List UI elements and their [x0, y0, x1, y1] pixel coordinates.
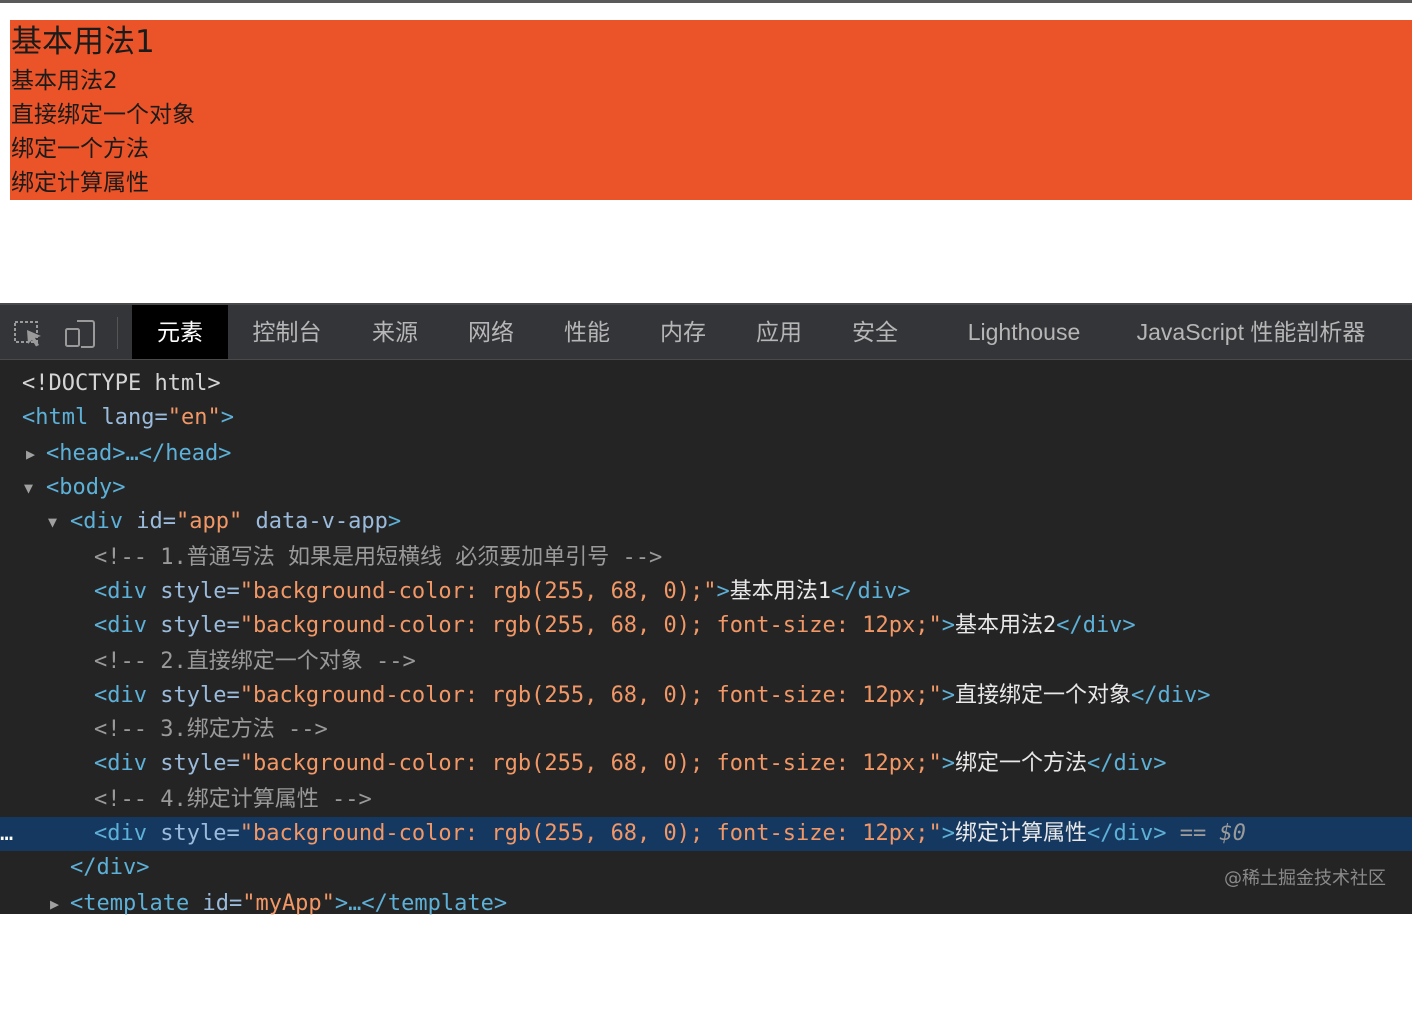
dom-row-comment-1[interactable]: <!-- 1.普通写法 如果是用短横线 必须要加单引号 --> — [0, 541, 1412, 575]
div-app-tag: <div id="app" data-v-app> — [70, 509, 402, 534]
dom-row-head[interactable]: ▶ <head>…</head> — [0, 437, 1412, 471]
preview-line-4: 绑定一个方法 — [11, 136, 149, 162]
dom-row-close-div[interactable]: </div> — [0, 851, 1412, 885]
tab-performance[interactable]: 性能 — [542, 305, 632, 359]
preview-line-1: 基本用法1 — [11, 24, 155, 60]
comment-3: <!-- 3.绑定方法 --> — [94, 717, 328, 742]
dom-row-div-4[interactable]: <div style="background-color: rgb(255, 6… — [0, 747, 1412, 781]
comment-4: <!-- 4.绑定计算属性 --> — [94, 787, 372, 812]
head-tag: <head>…</head> — [46, 441, 232, 466]
dom-row-comment-3[interactable]: <!-- 3.绑定方法 --> — [0, 713, 1412, 747]
preview-line-3: 直接绑定一个对象 — [11, 102, 195, 128]
tab-sources[interactable]: 来源 — [348, 305, 442, 359]
body-tag: <body> — [46, 475, 126, 500]
page-preview: 基本用法1 基本用法2 直接绑定一个对象 绑定一个方法 绑定计算属性 — [10, 20, 1412, 200]
comment-1: <!-- 1.普通写法 如果是用短横线 必须要加单引号 --> — [94, 545, 663, 570]
page-top-border — [0, 0, 1412, 3]
comment-2: <!-- 2.直接绑定一个对象 --> — [94, 649, 416, 674]
device-toolbar-icon[interactable] — [64, 317, 98, 349]
dom-row-doctype[interactable]: <!DOCTYPE html> — [0, 367, 1412, 401]
div-5-tag: <div style="background-color: rgb(255, 6… — [94, 821, 1246, 846]
div-4-tag: <div style="background-color: rgb(255, 6… — [94, 751, 1167, 776]
dom-row-div-app[interactable]: ▼ <div id="app" data-v-app> — [0, 505, 1412, 539]
dom-row-div-5-selected[interactable]: … <div style="background-color: rgb(255,… — [0, 817, 1412, 851]
tab-elements[interactable]: 元素 — [132, 305, 228, 359]
html-tag: <html lang="en"> — [22, 405, 234, 430]
collapse-triangle-icon[interactable]: ▼ — [24, 471, 33, 505]
div-2-tag: <div style="background-color: rgb(255, 6… — [94, 613, 1136, 638]
close-div-tag: </div> — [70, 855, 150, 880]
dom-row-div-3[interactable]: <div style="background-color: rgb(255, 6… — [0, 679, 1412, 713]
dom-row-comment-2[interactable]: <!-- 2.直接绑定一个对象 --> — [0, 645, 1412, 679]
watermark: @稀土掘金技术社区 — [1224, 868, 1386, 889]
expand-triangle-icon[interactable]: ▶ — [26, 437, 35, 471]
dom-row-template[interactable]: ▶ <template id="myApp">…</template> — [0, 887, 1412, 921]
dom-row-body[interactable]: ▼ <body> — [0, 471, 1412, 505]
row-more-actions-icon[interactable]: … — [0, 817, 13, 851]
tab-security[interactable]: 安全 — [830, 305, 920, 359]
devtools-toolbar: 元素 控制台 来源 网络 性能 内存 应用 安全 Lighthouse Java… — [0, 303, 1412, 360]
div-3-tag: <div style="background-color: rgb(255, 6… — [94, 683, 1211, 708]
preview-line-2: 基本用法2 — [11, 68, 118, 94]
expand-triangle-icon[interactable]: ▶ — [50, 887, 59, 921]
dom-row-comment-4[interactable]: <!-- 4.绑定计算属性 --> — [0, 783, 1412, 817]
devtools-panel: 元素 控制台 来源 网络 性能 内存 应用 安全 Lighthouse Java… — [0, 303, 1412, 916]
tab-network[interactable]: 网络 — [446, 305, 536, 359]
tab-application[interactable]: 应用 — [734, 305, 824, 359]
toolbar-separator — [117, 317, 118, 349]
dom-row-div-2[interactable]: <div style="background-color: rgb(255, 6… — [0, 609, 1412, 643]
inspect-element-icon[interactable] — [12, 317, 46, 349]
tab-lighthouse[interactable]: Lighthouse — [950, 305, 1098, 359]
tab-memory[interactable]: 内存 — [638, 305, 728, 359]
dom-tree: <!DOCTYPE html> <html lang="en"> ▶ <head… — [0, 360, 1412, 916]
collapse-triangle-icon[interactable]: ▼ — [48, 505, 57, 539]
template-tag: <template id="myApp">…</template> — [70, 891, 508, 916]
tab-console[interactable]: 控制台 — [238, 305, 336, 359]
preview-line-5: 绑定计算属性 — [11, 170, 149, 196]
dom-row-div-1[interactable]: <div style="background-color: rgb(255, 6… — [0, 575, 1412, 609]
doctype-text: <!DOCTYPE html> — [22, 371, 221, 396]
div-1-tag: <div style="background-color: rgb(255, 6… — [94, 579, 911, 604]
dom-row-html[interactable]: <html lang="en"> — [0, 401, 1412, 435]
tab-js-profiler[interactable]: JavaScript 性能剖析器 — [1118, 305, 1384, 359]
